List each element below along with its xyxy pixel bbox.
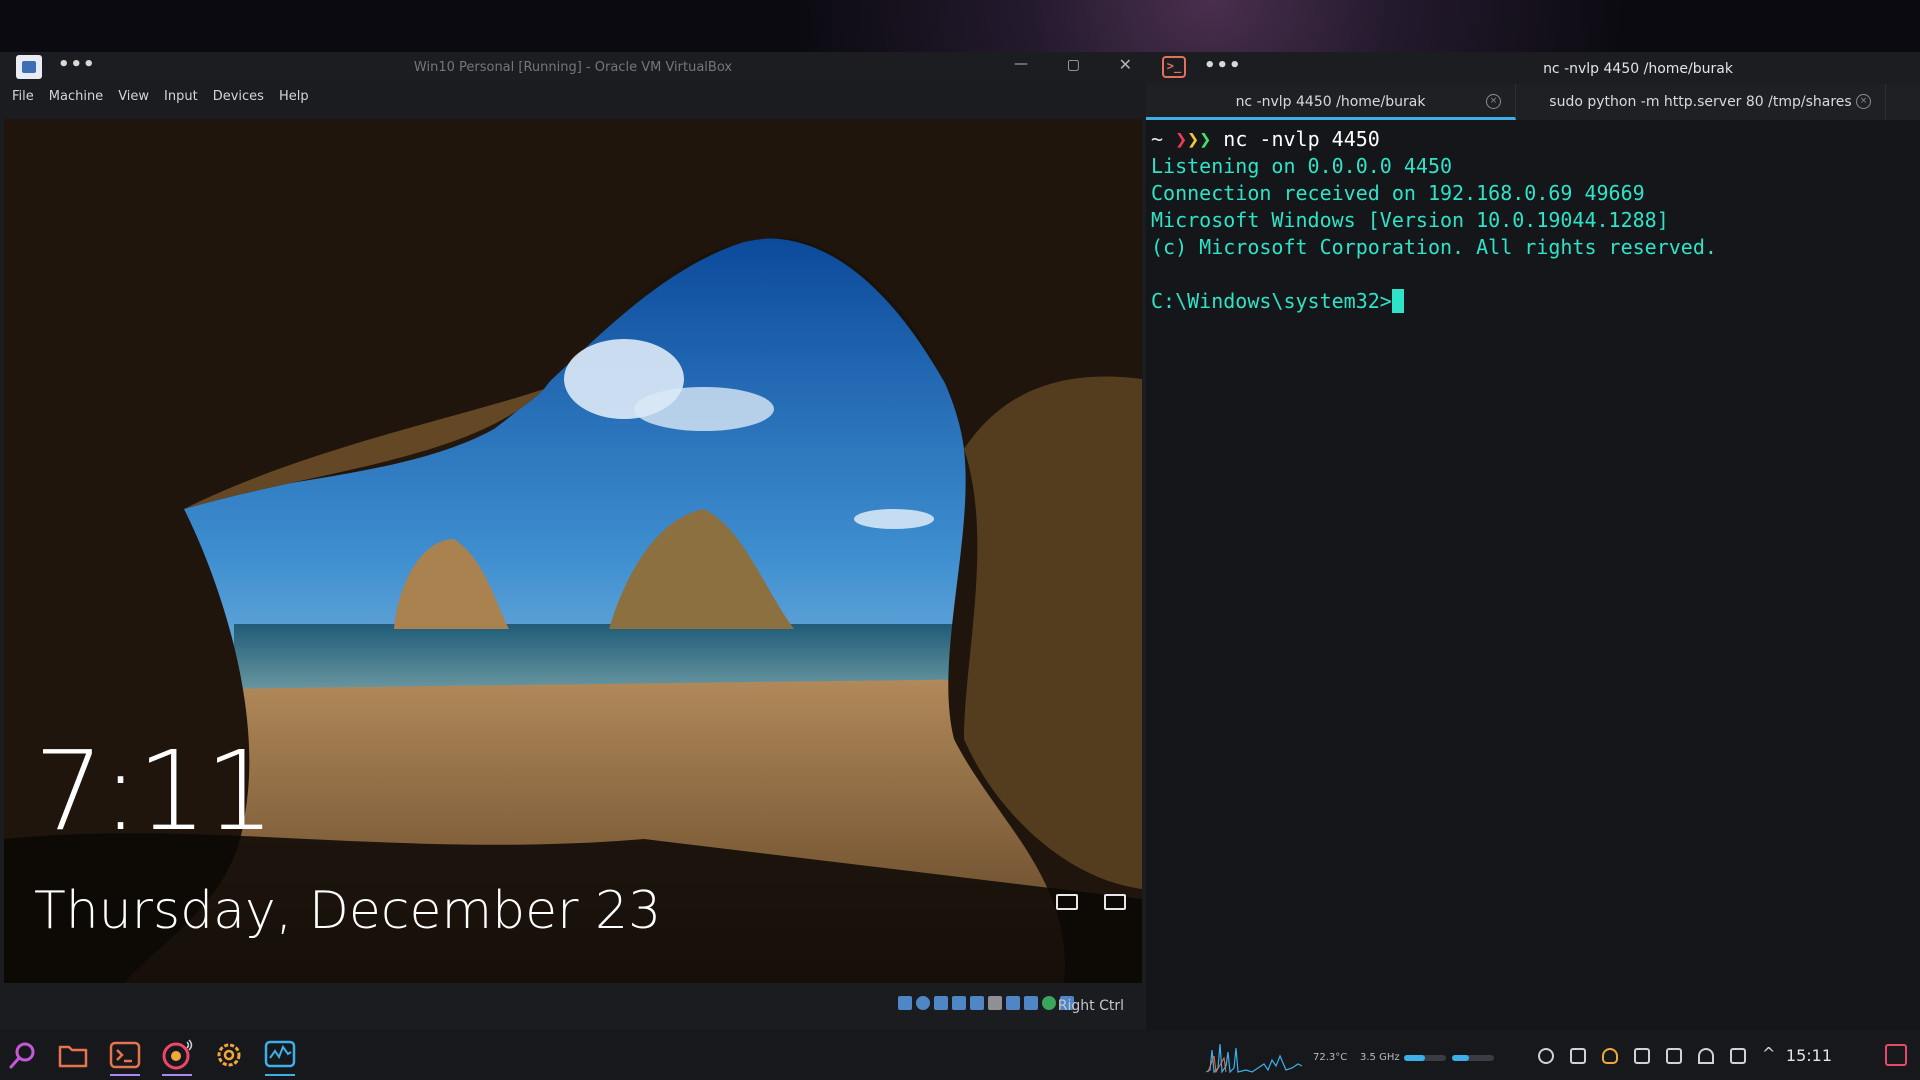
battery-icon[interactable] [1104, 894, 1126, 910]
guest-display[interactable]: 7:11 Thursday, December 23 [4, 119, 1142, 983]
tab-http-server[interactable]: sudo python -m http.server 80 /tmp/share… [1516, 84, 1886, 120]
search-icon[interactable] [6, 1038, 40, 1072]
vbox-status-icons [898, 996, 1074, 1010]
prompt-line: ~ ❯❯❯ nc -nvlp 4450 [1151, 126, 1920, 153]
tab-close-icon[interactable]: × [1856, 94, 1871, 109]
menu-file[interactable]: File [12, 89, 43, 104]
system-monitor-icon [264, 1040, 296, 1068]
network-icon[interactable] [1056, 894, 1078, 910]
wifi-icon[interactable] [1698, 1048, 1714, 1064]
tab-label: nc -nvlp 4450 /home/burak [1235, 94, 1426, 110]
usb-icon[interactable] [970, 996, 984, 1010]
cpu-frequency: 3.5 GHz [1360, 1052, 1400, 1063]
vbox-statusbar: Right Ctrl [0, 983, 1146, 1030]
cpu-usage-graph[interactable] [1206, 1038, 1302, 1074]
output-line: Listening on 0.0.0.0 4450 [1151, 154, 1453, 178]
taskbar-clock[interactable]: 15:11 [1786, 1046, 1832, 1065]
ram-usage-fill [1404, 1055, 1425, 1061]
media-icon [162, 1039, 193, 1070]
terminal-tabs: nc -nvlp 4450 /home/burak × sudo python … [1146, 84, 1920, 120]
shared-folder-icon[interactable] [988, 996, 1002, 1010]
entered-command: nc -nvlp 4450 [1223, 127, 1380, 151]
output-line: Microsoft Windows [Version 10.0.19044.12… [1151, 208, 1669, 232]
shell-prompt-line: C:\Windows\system32> [1151, 288, 1920, 315]
display-icon[interactable] [1006, 996, 1020, 1010]
virtualbox-window: ••• Win10 Personal [Running] - Oracle VM… [0, 52, 1148, 1030]
storage-icon[interactable] [898, 996, 912, 1010]
files-icon[interactable] [56, 1038, 90, 1072]
output-line: (c) Microsoft Corporation. All rights re… [1151, 235, 1717, 259]
host-key-label: Right Ctrl [1057, 998, 1124, 1014]
vbox-window-title: Win10 Personal [Running] - Oracle VM Vir… [413, 60, 733, 75]
media-taskbar-app[interactable] [160, 1038, 194, 1076]
menu-input[interactable]: Input [164, 89, 207, 104]
menu-help[interactable]: Help [279, 89, 318, 104]
vbox-menubar: File Machine View Input Devices Help [0, 82, 1146, 110]
terminal-taskbar-app[interactable] [108, 1038, 142, 1076]
terminal-output[interactable]: ~ ❯❯❯ nc -nvlp 4450 Listening on 0.0.0.0… [1146, 120, 1920, 315]
lightbulb-icon[interactable] [1602, 1048, 1618, 1064]
lockscreen-clock: 7:11 [34, 727, 275, 855]
system-monitor-taskbar-app[interactable] [263, 1038, 297, 1076]
virtualization-icon[interactable] [1042, 996, 1056, 1010]
terminal-window-title: nc -nvlp 4450 /home/burak [1543, 61, 1733, 77]
minimize-icon[interactable]: — [1014, 56, 1028, 72]
prompt-chevrons: ❯❯❯ [1175, 127, 1212, 151]
network-adapter-icon[interactable] [952, 996, 966, 1010]
prompt-path: ~ [1151, 127, 1164, 151]
clipboard-icon[interactable] [1570, 1048, 1586, 1064]
terminal-app-icon[interactable]: >_ [1162, 56, 1186, 78]
speaker-icon[interactable] [1634, 1048, 1650, 1064]
output-line: Connection received on 192.168.0.69 4966… [1151, 181, 1645, 205]
battery-tray-icon[interactable] [1666, 1048, 1682, 1064]
audio-icon[interactable] [934, 996, 948, 1010]
tab-label: sudo python -m http.server 80 /tmp/share… [1549, 94, 1852, 110]
close-icon[interactable]: ✕ [1119, 55, 1132, 74]
text-cursor [1391, 289, 1404, 313]
menu-devices[interactable]: Devices [213, 89, 273, 104]
terminal-window: >_ ••• nc -nvlp 4450 /home/burak nc -nvl… [1146, 52, 1920, 1030]
menu-view[interactable]: View [118, 89, 158, 104]
swap-usage-fill [1452, 1055, 1469, 1061]
settings-icon[interactable] [212, 1038, 246, 1072]
ram-usage-bar [1404, 1055, 1446, 1061]
terminal-titlebar[interactable]: >_ ••• nc -nvlp 4450 /home/burak [1146, 52, 1920, 84]
vbox-titlebar[interactable]: ••• Win10 Personal [Running] - Oracle VM… [0, 52, 1146, 82]
taskbar: 72.3°C 3.5 GHz ^ 15:11 [0, 1030, 1920, 1080]
swap-usage-bar [1452, 1055, 1494, 1061]
tab-close-icon[interactable]: × [1486, 94, 1501, 109]
tray-expand-icon[interactable]: ^ [1762, 1044, 1775, 1063]
volume-icon[interactable] [1730, 1048, 1746, 1064]
active-app-indicator [162, 1074, 192, 1076]
lockscreen-date: Thursday, December 23 [34, 881, 662, 941]
menu-machine[interactable]: Machine [49, 89, 112, 104]
media-player-icon[interactable] [1538, 1048, 1554, 1064]
active-app-indicator [110, 1074, 140, 1076]
show-desktop-icon[interactable] [1885, 1044, 1907, 1066]
maximize-icon[interactable]: ▢ [1067, 57, 1080, 73]
active-app-indicator [265, 1074, 295, 1076]
cpu-temperature: 72.3°C [1313, 1052, 1348, 1063]
tab-nc-listener[interactable]: nc -nvlp 4450 /home/burak × [1146, 84, 1516, 120]
windows-prompt: C:\Windows\system32> [1151, 289, 1392, 313]
terminal-icon [109, 1041, 141, 1069]
optical-drive-icon[interactable] [916, 996, 930, 1010]
recording-icon[interactable] [1024, 996, 1038, 1010]
terminal-more-options-icon[interactable]: ••• [1204, 55, 1242, 76]
